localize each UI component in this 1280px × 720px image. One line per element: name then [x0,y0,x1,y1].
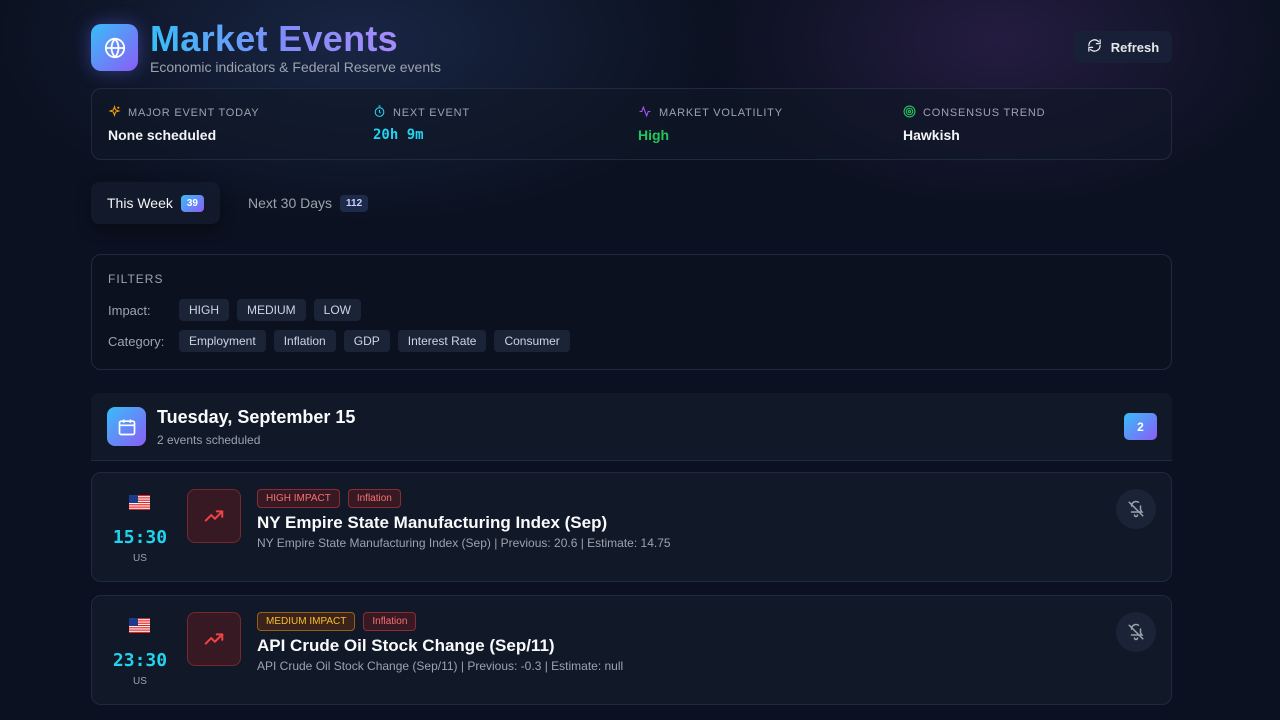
day-header: Tuesday, September 15 2 events scheduled… [91,393,1172,461]
refresh-label: Refresh [1110,39,1160,55]
event-time: 23:30 [112,650,168,671]
event-title: API Crude Oil Stock Change (Sep/11) [257,636,555,655]
stat-label: CONSENSUS TREND [923,107,1046,119]
event-card[interactable]: 23:30 US MEDIUM IMPACT Inflation API Cru… [91,595,1172,705]
bell-off-icon[interactable] [1116,489,1156,529]
globe-icon [91,24,138,71]
event-country: US [133,553,147,564]
event-country: US [133,676,147,687]
stat-label: MAJOR EVENT TODAY [128,107,260,119]
event-title: NY Empire State Manufacturing Index (Sep… [257,513,608,532]
bell-off-icon[interactable] [1116,612,1156,652]
event-badges: HIGH IMPACT Inflation [257,489,401,508]
stat-label: MARKET VOLATILITY [659,107,783,119]
event-time: 15:30 [112,527,168,548]
impact-badge: MEDIUM IMPACT [257,612,356,631]
filter-chip-interest-rate[interactable]: Interest Rate [397,330,487,352]
page-title: Market Events [150,18,399,59]
stat-value: High [638,127,670,143]
category-badge: Inflation [347,489,401,508]
filter-chip-consumer[interactable]: Consumer [494,330,570,352]
category-filter-row: Category: Employment Inflation GDP Inter… [108,330,578,352]
us-flag-icon [129,495,150,510]
stat-value: 20h 9m [373,127,424,143]
day-event-count-badge: 2 [1124,413,1157,440]
filter-chip-medium[interactable]: MEDIUM [237,299,306,321]
category-filter-label: Category: [108,333,165,349]
tab-count-badge: 39 [180,194,204,212]
category-badge: Inflation [363,612,417,631]
tab-label: This Week [107,195,173,211]
target-icon [903,105,916,121]
refresh-icon [1087,38,1102,56]
us-flag-icon [129,618,150,633]
filter-chip-low[interactable]: LOW [313,299,362,321]
page-header: Market Events Economic indicators & Fede… [91,18,1172,78]
trending-up-icon [187,612,241,666]
trending-up-icon [187,489,241,543]
day-title: Tuesday, September 15 [157,407,356,427]
stat-next-event: NEXT EVENT 20h 9m [373,105,470,143]
stat-market-volatility: MARKET VOLATILITY High [638,105,783,143]
page-subtitle: Economic indicators & Federal Reserve ev… [150,59,442,75]
sparkle-icon [108,104,121,121]
tab-next-30-days[interactable]: Next 30 Days 112 [232,182,384,224]
activity-icon [638,105,652,121]
event-description: API Crude Oil Stock Change (Sep/11) | Pr… [257,659,624,673]
event-badges: MEDIUM IMPACT Inflation [257,612,417,631]
filter-chip-inflation[interactable]: Inflation [273,330,336,352]
filter-chip-high[interactable]: HIGH [179,299,229,321]
stat-major-event: MAJOR EVENT TODAY None scheduled [108,104,260,143]
refresh-button[interactable]: Refresh [1074,31,1172,63]
impact-filter-label: Impact: [108,302,151,318]
filters-panel: FILTERS Impact: HIGH MEDIUM LOW Category… [91,254,1172,370]
timer-icon [373,105,386,121]
impact-badge: HIGH IMPACT [257,489,340,508]
day-subtitle: 2 events scheduled [157,433,261,447]
stat-consensus-trend: CONSENSUS TREND Hawkish [903,105,1045,143]
calendar-icon [107,407,146,446]
filter-chip-employment[interactable]: Employment [179,330,266,352]
stat-value: Hawkish [903,127,960,143]
stat-label: NEXT EVENT [393,107,470,119]
tab-this-week[interactable]: This Week 39 [91,182,220,224]
impact-filter-row: Impact: HIGH MEDIUM LOW [108,299,369,321]
tab-label: Next 30 Days [248,195,333,211]
stat-value: None scheduled [108,127,217,143]
tab-count-badge: 112 [340,194,369,212]
filters-title: FILTERS [108,272,164,286]
stats-panel: MAJOR EVENT TODAY None scheduled NEXT EV… [91,88,1172,160]
event-description: NY Empire State Manufacturing Index (Sep… [257,536,671,550]
filter-chip-gdp[interactable]: GDP [343,330,390,352]
event-card[interactable]: 15:30 US HIGH IMPACT Inflation NY Empire… [91,472,1172,582]
